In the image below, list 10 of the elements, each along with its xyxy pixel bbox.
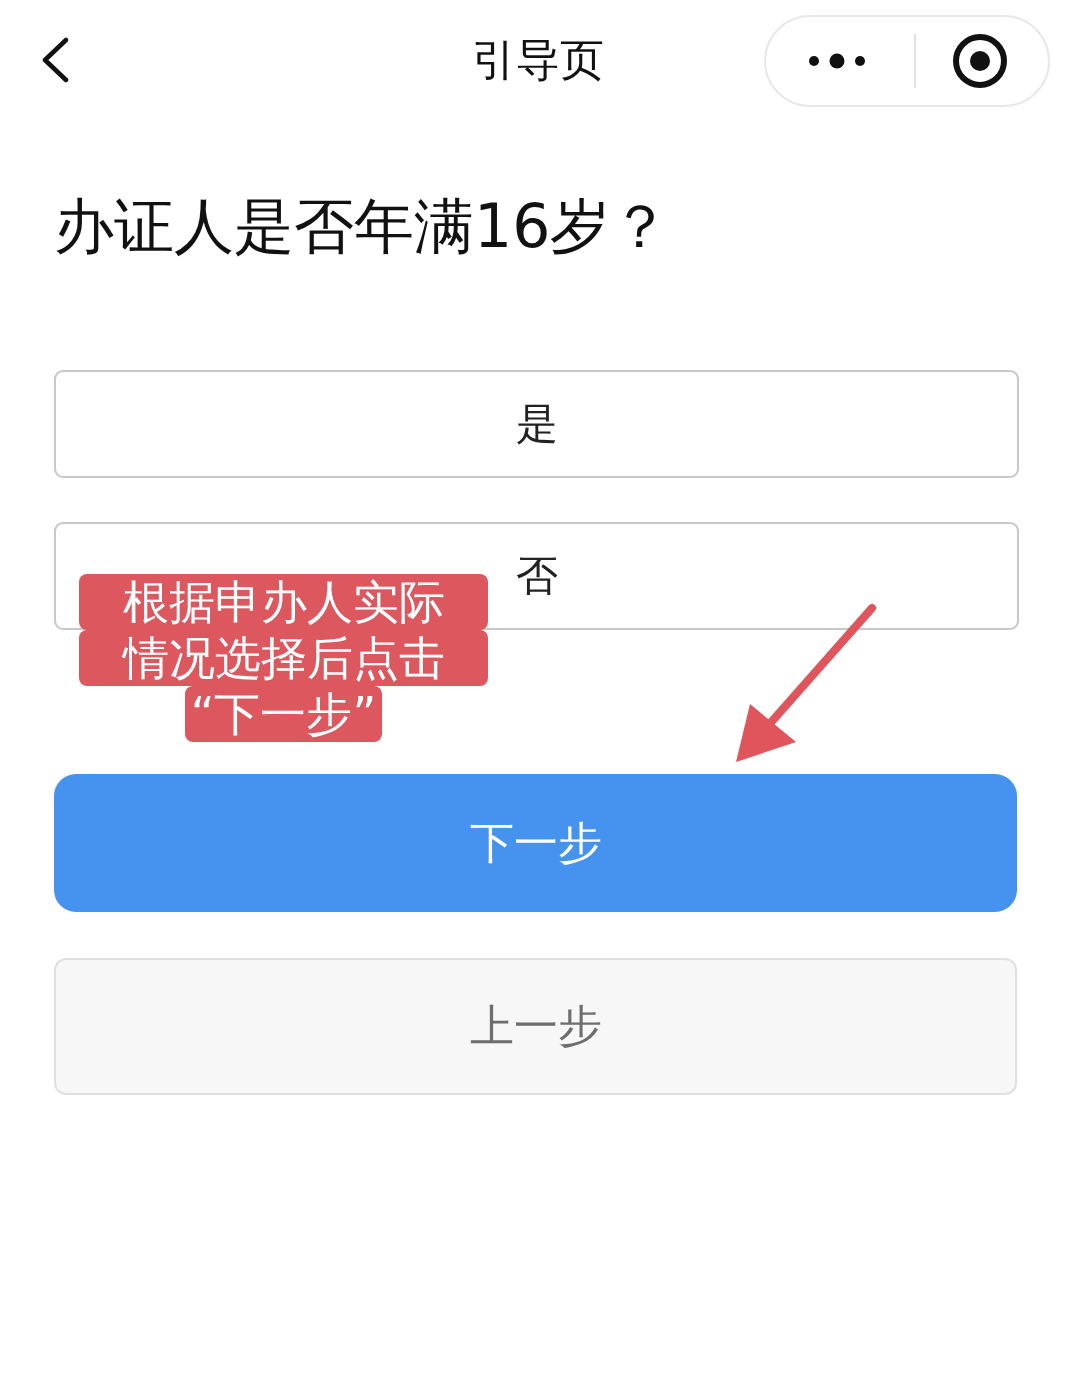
close-icon[interactable] bbox=[952, 33, 1008, 89]
callout-label: “下一步” bbox=[184, 686, 383, 742]
callout-label: 情况选择后点击 bbox=[79, 630, 488, 686]
back-icon[interactable] bbox=[40, 37, 70, 83]
callout-label: 根据申办人实际 bbox=[79, 574, 488, 630]
page-title: 引导页 bbox=[472, 32, 604, 87]
more-icon[interactable] bbox=[808, 53, 866, 69]
back-button[interactable]: 上一步 bbox=[54, 958, 1017, 1095]
option-button[interactable]: 是 bbox=[54, 370, 1019, 478]
question-text: 办证人是否年满16岁？ bbox=[54, 190, 672, 263]
